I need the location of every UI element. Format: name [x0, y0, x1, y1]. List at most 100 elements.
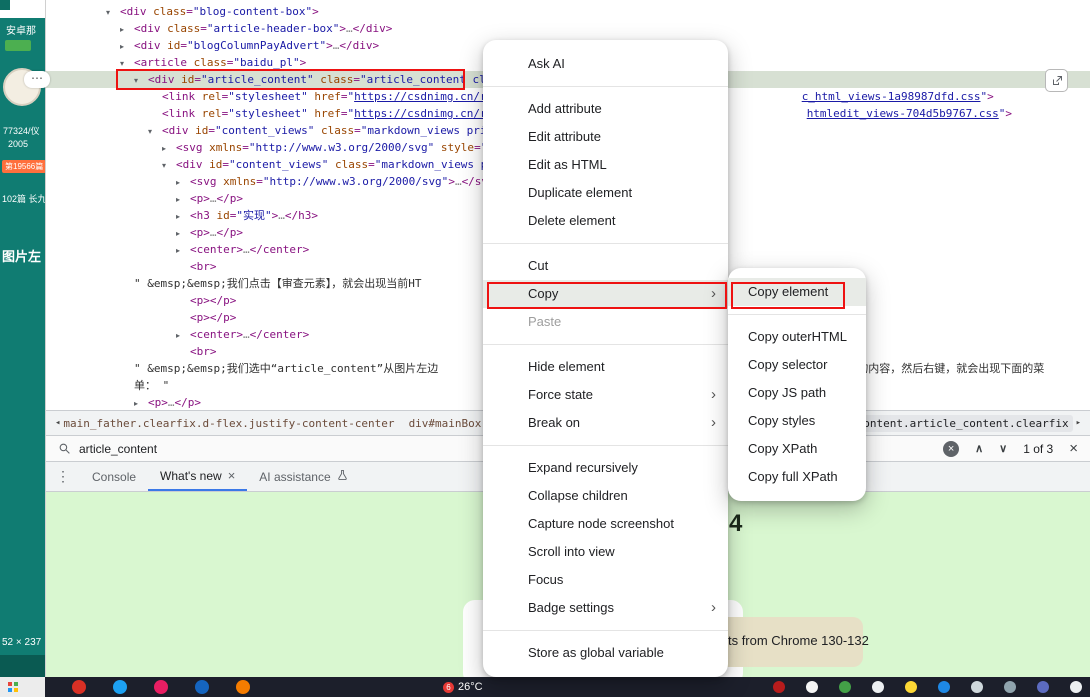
menu-item-edit-as-html[interactable]: Edit as HTML — [483, 151, 728, 179]
menu-item-label: Copy styles — [748, 413, 815, 428]
syntax-token: <br> — [190, 345, 217, 358]
taskbar-app-icon[interactable] — [195, 680, 209, 694]
syntax-token: … — [243, 328, 250, 341]
menu-item-focus[interactable]: Focus — [483, 566, 728, 594]
syntax-token: <p> — [190, 311, 210, 324]
menu-item-copy-xpath[interactable]: Copy XPath — [728, 435, 866, 463]
tray-icon[interactable] — [1070, 681, 1082, 693]
syntax-token: = — [180, 39, 187, 52]
syntax-token: "stylesheet" — [228, 107, 307, 120]
node-options-icon[interactable]: ⋯ — [24, 71, 50, 88]
open-in-new-button[interactable] — [1045, 69, 1068, 92]
syntax-token: id — [189, 124, 209, 137]
menu-item-copy-styles[interactable]: Copy styles — [728, 407, 866, 435]
tray-icon[interactable] — [1037, 681, 1049, 693]
disclosure-arrow-icon[interactable]: ▸ — [176, 191, 190, 208]
taskbar-apps — [72, 680, 250, 694]
drawer-tab-ai-assistance[interactable]: AI assistance — [247, 462, 359, 491]
close-search-icon[interactable]: × — [1069, 440, 1078, 457]
disclosure-arrow-icon[interactable]: ▸ — [120, 21, 134, 38]
disclosure-arrow-icon[interactable]: ▾ — [162, 157, 176, 174]
tab-close-icon[interactable]: × — [228, 468, 236, 483]
menu-item-edit-attribute[interactable]: Edit attribute — [483, 123, 728, 151]
menu-item-capture-node-screenshot[interactable]: Capture node screenshot — [483, 510, 728, 538]
syntax-token: = — [208, 124, 215, 137]
menu-item-collapse-children[interactable]: Collapse children — [483, 482, 728, 510]
syntax-token: <link — [162, 107, 195, 120]
syntax-token: "baidu_pl" — [233, 56, 299, 69]
follow-badge[interactable] — [5, 40, 31, 51]
dom-node[interactable]: ▸<div class="article-header-box">…</div> — [46, 20, 1090, 37]
next-match-icon[interactable]: ∨ — [999, 442, 1007, 455]
menu-item-copy-outerhtml[interactable]: Copy outerHTML — [728, 323, 866, 351]
taskbar-start-area[interactable] — [0, 677, 45, 697]
disclosure-arrow-icon[interactable]: ▸ — [176, 242, 190, 259]
menu-item-delete-element[interactable]: Delete element — [483, 207, 728, 235]
syntax-token: > — [339, 22, 346, 35]
menu-item-label: Store as global variable — [528, 645, 664, 660]
tray-icon[interactable] — [905, 681, 917, 693]
tray-icon[interactable] — [773, 681, 785, 693]
breadcrumb-scroll-right-icon[interactable]: ▸ — [1073, 418, 1084, 428]
menu-item-add-attribute[interactable]: Add attribute — [483, 95, 728, 123]
dom-node[interactable]: ▾<div class="blog-content-box"> — [46, 3, 1090, 20]
disclosure-arrow-icon[interactable]: ▾ — [106, 4, 120, 21]
disclosure-arrow-icon[interactable]: ▸ — [162, 140, 176, 157]
page-background-strip: 安卓那 77324/仪 2005 第19566篇 102篇 长九 图片左 52 … — [0, 0, 45, 677]
disclosure-arrow-icon[interactable]: ▸ — [176, 225, 190, 242]
disclosure-arrow-icon[interactable]: ▸ — [176, 174, 190, 191]
syntax-token: > — [987, 90, 994, 103]
menu-item-cut[interactable]: Cut — [483, 252, 728, 280]
tray-icon[interactable] — [971, 681, 983, 693]
disclosure-arrow-icon[interactable]: ▸ — [176, 327, 190, 344]
menu-item-force-state[interactable]: Force state› — [483, 381, 728, 409]
tray-icon[interactable] — [872, 681, 884, 693]
menu-item-hide-element[interactable]: Hide element — [483, 353, 728, 381]
tray-icon[interactable] — [839, 681, 851, 693]
menu-item-scroll-into-view[interactable]: Scroll into view — [483, 538, 728, 566]
breadcrumb-item[interactable]: main_father.clearfix.d-flex.justify-cont… — [63, 417, 394, 430]
blog-stat-year: 2005 — [8, 139, 28, 149]
disclosure-arrow-icon[interactable]: ▾ — [148, 123, 162, 140]
syntax-token: </div> — [353, 22, 393, 35]
taskbar-app-icon[interactable] — [154, 680, 168, 694]
drawer-tab-what-s-new[interactable]: What's new× — [148, 462, 247, 491]
disclosure-arrow-icon[interactable]: ▸ — [120, 38, 134, 55]
drawer-tab-console[interactable]: Console — [80, 462, 148, 491]
previous-match-icon[interactable]: ∧ — [975, 442, 983, 455]
menu-item-badge-settings[interactable]: Badge settings› — [483, 594, 728, 622]
tray-icon[interactable] — [938, 681, 950, 693]
more-tabs-icon[interactable]: ⋮ — [46, 468, 80, 485]
search-input[interactable]: article_content — [79, 442, 157, 456]
taskbar-app-icon[interactable] — [72, 680, 86, 694]
clear-search-icon[interactable]: × — [943, 441, 959, 457]
syntax-token: id — [161, 39, 181, 52]
taskbar-app-icon[interactable] — [236, 680, 250, 694]
disclosure-arrow-icon[interactable]: ▸ — [176, 208, 190, 225]
menu-item-ask-ai[interactable]: Ask AI — [483, 50, 728, 78]
menu-item-copy-full-xpath[interactable]: Copy full XPath — [728, 463, 866, 491]
menu-item-label: Scroll into view — [528, 544, 615, 559]
menu-item-expand-recursively[interactable]: Expand recursively — [483, 454, 728, 482]
page-teal-background — [0, 18, 45, 655]
taskbar-app-icon[interactable] — [113, 680, 127, 694]
page-corner-block — [0, 0, 10, 10]
syntax-token: = — [200, 22, 207, 35]
menu-item-copy-js-path[interactable]: Copy JS path — [728, 379, 866, 407]
menu-item-store-as-global-variable[interactable]: Store as global variable — [483, 639, 728, 667]
disclosure-arrow-icon[interactable]: ▸ — [134, 395, 148, 410]
breadcrumb-scroll-left-icon[interactable]: ◂ — [52, 418, 63, 428]
syntax-token: class — [187, 56, 227, 69]
syntax-token: "实现" — [236, 209, 271, 222]
menu-item-break-on[interactable]: Break on› — [483, 409, 728, 437]
menu-item-copy-selector[interactable]: Copy selector — [728, 351, 866, 379]
taskbar-weather[interactable]: 6 26°C — [443, 677, 483, 697]
menu-item-duplicate-element[interactable]: Duplicate element — [483, 179, 728, 207]
syntax-token: <svg — [190, 175, 217, 188]
syntax-token: … — [243, 243, 250, 256]
tray-icon[interactable] — [1004, 681, 1016, 693]
start-logo-icon — [8, 682, 18, 692]
tray-icon[interactable] — [806, 681, 818, 693]
syntax-token: <center> — [190, 243, 243, 256]
syntax-token: <p> — [190, 294, 210, 307]
